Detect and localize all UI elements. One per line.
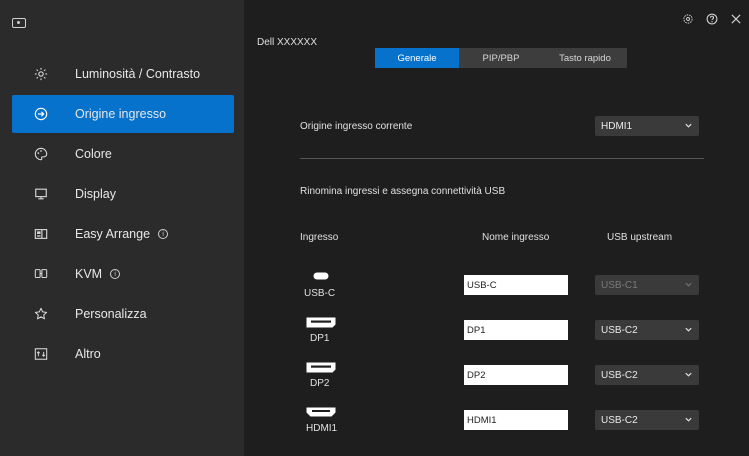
window-controls xyxy=(681,12,743,26)
port-row-hdmi1: HDMI1 USB-C2 xyxy=(300,407,704,447)
sidebar-item-label: Display xyxy=(75,187,116,201)
sidebar-item-label: Colore xyxy=(75,147,112,161)
port-row-dp2: DP2 USB-C2 xyxy=(300,362,704,402)
star-icon xyxy=(33,306,49,322)
port-label: HDMI1 xyxy=(306,423,338,434)
sidebar-nav: Luminosità / Contrasto Origine ingresso … xyxy=(12,55,234,375)
sidebar-item-label: Luminosità / Contrasto xyxy=(75,67,201,81)
displayport-icon xyxy=(304,317,338,329)
sidebar-item-label: Origine ingresso xyxy=(75,107,167,121)
current-input-value: HDMI1 xyxy=(601,120,633,132)
tab-hotkey[interactable]: Tasto rapido xyxy=(543,48,627,68)
main-panel: Dell XXXXXX Generale PIP/PBP Tasto rapid… xyxy=(244,0,749,456)
usb-upstream-select[interactable]: USB-C2 xyxy=(595,410,699,430)
tab-pip-pbp[interactable]: PIP/PBP xyxy=(459,48,543,68)
sun-icon xyxy=(33,66,49,82)
sidebar-item-easy-arrange[interactable]: Easy Arrange i xyxy=(12,215,234,253)
usb-c-port-icon xyxy=(304,272,338,284)
tab-bar: Generale PIP/PBP Tasto rapido xyxy=(375,48,627,68)
info-icon[interactable]: i xyxy=(110,269,121,279)
sidebar-item-personalize[interactable]: Personalizza xyxy=(12,295,234,333)
hdmi-port-icon xyxy=(304,407,338,419)
port-label: DP1 xyxy=(310,333,330,344)
port-row-dp1: DP1 USB-C2 xyxy=(300,317,704,357)
divider xyxy=(300,158,704,159)
port-row-usb-c: USB-C USB-C1 xyxy=(300,272,704,312)
settings-icon[interactable] xyxy=(681,12,695,26)
input-icon xyxy=(33,106,49,122)
sidebar-item-label: Easy Arrange xyxy=(75,227,151,241)
usb-upstream-value: USB-C2 xyxy=(601,324,638,336)
sidebar-item-label: Personalizza xyxy=(75,307,147,321)
sidebar-item-label: KVM xyxy=(75,267,103,281)
usb-upstream-value: USB-C2 xyxy=(601,369,638,381)
sidebar-item-label: Altro xyxy=(75,347,101,361)
layout-icon xyxy=(33,226,49,242)
column-header-usb: USB upstream xyxy=(607,232,673,243)
sidebar-item-input-source[interactable]: Origine ingresso xyxy=(12,95,234,133)
column-header-input: Ingresso xyxy=(300,232,339,243)
section-title: Rinomina ingressi e assegna connettività… xyxy=(300,186,506,197)
sidebar-item-brightness[interactable]: Luminosità / Contrasto xyxy=(12,55,234,93)
usb-upstream-value: USB-C1 xyxy=(601,279,638,291)
usb-upstream-select[interactable]: USB-C2 xyxy=(595,320,699,340)
input-name-field[interactable] xyxy=(464,275,568,295)
window-title: Dell XXXXXX xyxy=(257,37,318,48)
input-name-field[interactable] xyxy=(464,410,568,430)
tab-general[interactable]: Generale xyxy=(375,48,459,68)
kvm-icon xyxy=(33,266,49,282)
sidebar-item-display[interactable]: Display xyxy=(12,175,234,213)
usb-upstream-select[interactable]: USB-C1 xyxy=(595,275,699,295)
sidebar-item-other[interactable]: Altro xyxy=(12,335,234,373)
input-name-field[interactable] xyxy=(464,320,568,340)
sidebar: Luminosità / Contrasto Origine ingresso … xyxy=(0,0,244,456)
chevron-down-icon xyxy=(685,282,692,287)
current-input-label: Origine ingresso corrente xyxy=(300,121,413,132)
sidebar-item-color[interactable]: Colore xyxy=(12,135,234,173)
close-icon[interactable] xyxy=(729,12,743,26)
input-name-field[interactable] xyxy=(464,365,568,385)
chevron-down-icon xyxy=(685,417,692,422)
palette-icon xyxy=(33,146,49,162)
usb-upstream-select[interactable]: USB-C2 xyxy=(595,365,699,385)
info-icon[interactable]: i xyxy=(158,229,169,239)
chevron-down-icon xyxy=(685,123,692,128)
other-icon xyxy=(33,346,49,362)
current-input-select[interactable]: HDMI1 xyxy=(595,116,699,136)
usb-upstream-value: USB-C2 xyxy=(601,414,638,426)
monitor-icon xyxy=(33,186,49,202)
chevron-down-icon xyxy=(685,327,692,332)
help-icon[interactable] xyxy=(705,12,719,26)
port-label: DP2 xyxy=(310,378,330,389)
current-input-row: Origine ingresso corrente HDMI1 xyxy=(300,113,700,139)
sidebar-item-kvm[interactable]: KVM i xyxy=(12,255,234,293)
port-label: USB-C xyxy=(304,288,336,299)
column-header-name: Nome ingresso xyxy=(482,232,550,243)
displayport-icon xyxy=(304,362,338,374)
monitor-app-icon xyxy=(12,18,26,28)
chevron-down-icon xyxy=(685,372,692,377)
